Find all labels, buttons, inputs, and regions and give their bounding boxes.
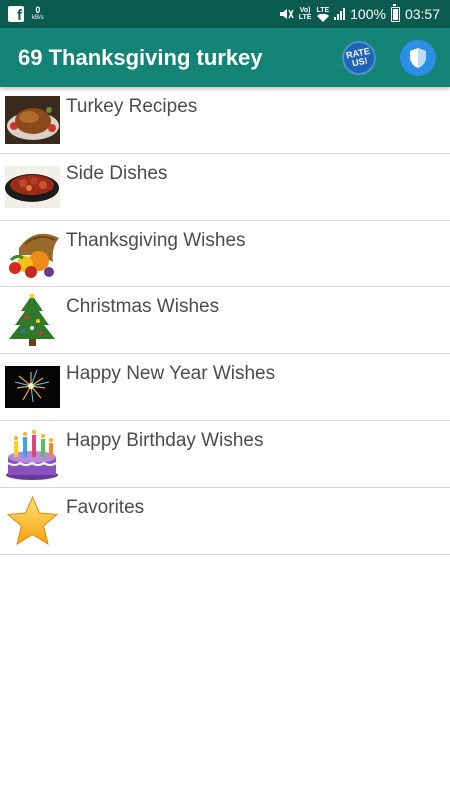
- network-speed-value: 0: [35, 5, 41, 15]
- list-item-label: Turkey Recipes: [66, 96, 198, 117]
- clock: 03:57: [404, 6, 440, 22]
- facebook-notification-icon: [8, 6, 24, 24]
- list-item-label: Christmas Wishes: [66, 296, 220, 318]
- volte-top: Vo): [299, 7, 311, 14]
- star-icon: [5, 495, 60, 546]
- list-item-side-dishes[interactable]: Side Dishes: [0, 154, 450, 221]
- list-item-label: Happy Birthday Wishes: [66, 429, 264, 451]
- wifi-lte-indicator: LTE: [316, 7, 329, 22]
- list-item-happy-new-year-wishes[interactable]: Happy New Year Wishes: [0, 354, 450, 421]
- menu-list: Turkey Recipes Side Dishes Thanksgiving …: [0, 87, 450, 555]
- list-item-happy-birthday-wishes[interactable]: Happy Birthday Wishes: [0, 421, 450, 488]
- status-bar: 0 kB/s Vo) LTE LTE 100% 03:57: [0, 0, 450, 28]
- privacy-shield-button[interactable]: [400, 39, 436, 76]
- christmas-tree-icon: [5, 293, 60, 347]
- app-title: 69 Thanksgiving turkey: [18, 44, 263, 70]
- lte-label: LTE: [316, 6, 330, 14]
- network-speed: 0 kB/s: [32, 6, 44, 22]
- list-item-turkey-recipes[interactable]: Turkey Recipes: [0, 87, 450, 154]
- fireworks-icon: [5, 362, 60, 412]
- list-item-thanksgiving-wishes[interactable]: Thanksgiving Wishes: [0, 221, 450, 288]
- battery-percent: 100%: [350, 6, 386, 22]
- list-item-label: Favorites: [66, 496, 145, 518]
- cornucopia-icon: [5, 229, 60, 279]
- list-item-label: Side Dishes: [66, 162, 168, 184]
- shield-icon: [410, 47, 426, 68]
- list-item-christmas-wishes[interactable]: Christmas Wishes: [0, 287, 450, 355]
- network-speed-unit: kB/s: [32, 15, 44, 21]
- list-item-favorites[interactable]: Favorites: [0, 488, 450, 555]
- rate-us-button[interactable]: RATE US!: [338, 37, 380, 78]
- signal-strength-icon: [334, 8, 346, 20]
- volte-indicator: Vo) LTE: [299, 7, 312, 21]
- wifi-icon: [316, 13, 329, 22]
- birthday-cake-icon: [5, 429, 60, 480]
- mute-icon: [279, 9, 294, 19]
- turkey-recipes-thumbnail: [5, 95, 60, 145]
- list-item-label: Thanksgiving Wishes: [66, 229, 246, 251]
- battery-icon: [390, 3, 400, 22]
- side-dishes-thumbnail: [5, 162, 60, 212]
- volte-bottom: LTE: [298, 14, 312, 21]
- list-item-label: Happy New Year Wishes: [66, 363, 276, 385]
- app-bar: 69 Thanksgiving turkey RATE US!: [0, 28, 450, 87]
